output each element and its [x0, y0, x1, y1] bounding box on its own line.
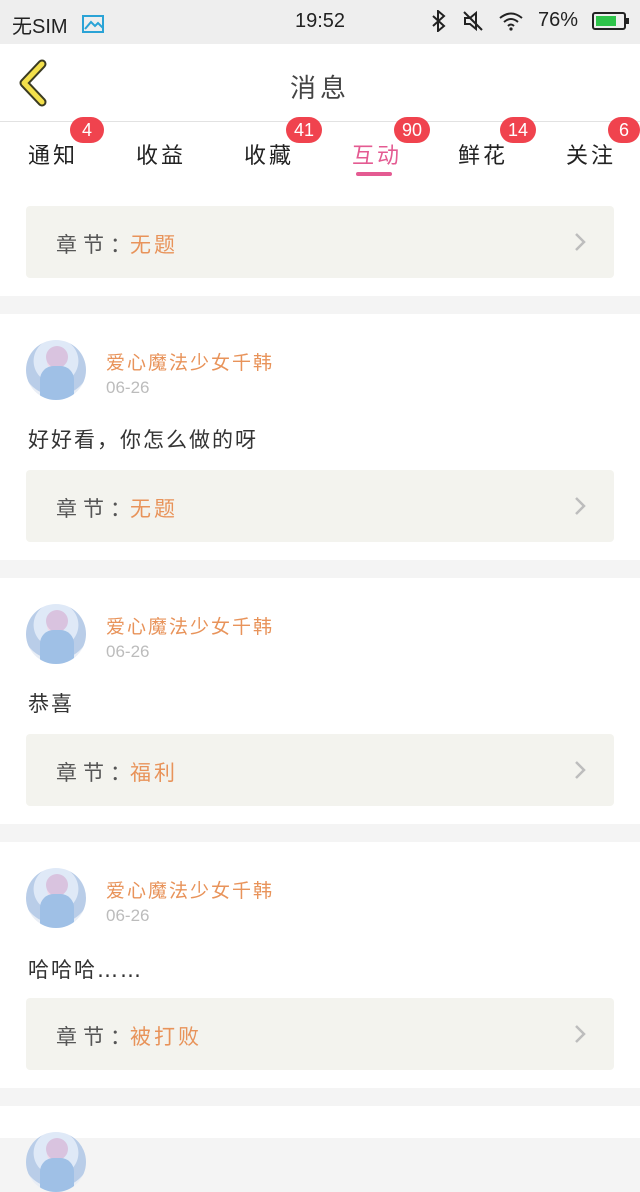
tab-notifications[interactable]: 通知 4: [22, 117, 122, 184]
tab-follows[interactable]: 关注 6: [562, 117, 640, 184]
message-date: 06-26: [106, 906, 150, 925]
status-bar: 无SIM 19:52 76%: [0, 0, 640, 44]
wifi-icon: [499, 12, 523, 31]
tab-label: 关注: [566, 144, 617, 169]
tab-badge: 41: [286, 117, 323, 143]
mute-icon: [463, 10, 483, 31]
chevron-right-icon: [575, 233, 586, 251]
chapter-link[interactable]: 章节： 福利: [26, 734, 614, 806]
avatar[interactable]: [26, 1132, 86, 1192]
tab-earnings[interactable]: 收益: [130, 122, 230, 184]
tab-interactions[interactable]: 互动 90: [346, 117, 446, 184]
chevron-right-icon: [575, 761, 586, 779]
avatar[interactable]: [26, 340, 86, 400]
username[interactable]: 爱心魔法少女千韩: [106, 348, 274, 375]
comment-text: 好好看，你怎么做的呀: [28, 428, 258, 452]
comment-text: 恭喜: [28, 692, 74, 716]
avatar[interactable]: [26, 868, 86, 928]
tab-badge: 4: [70, 117, 104, 143]
status-bar-right: 76%: [430, 9, 629, 32]
username[interactable]: 爱心魔法少女千韩: [106, 876, 274, 903]
message-date: 06-26: [106, 642, 150, 661]
chapter-prefix: 章节：: [56, 233, 137, 257]
chapter-name: 福利: [130, 761, 178, 785]
tab-label: 鲜花: [458, 144, 509, 169]
message-card: [0, 1106, 640, 1192]
chapter-prefix: 章节：: [56, 1025, 137, 1049]
message-card: 爱心魔法少女千韩 06-26 恭喜 章节： 福利: [0, 578, 640, 824]
tab-label: 通知: [28, 144, 79, 169]
battery-level: [596, 15, 616, 26]
tab-badge: 14: [500, 117, 537, 143]
chapter-link[interactable]: 章节： 无题: [26, 470, 614, 542]
chapter-link[interactable]: 章节： 无题: [26, 206, 614, 278]
tab-label: 收益: [136, 144, 187, 169]
battery-icon: [592, 11, 629, 30]
chapter-prefix: 章节：: [56, 497, 137, 521]
avatar[interactable]: [26, 604, 86, 664]
chevron-right-icon: [575, 497, 586, 515]
chapter-name: 被打败: [130, 1025, 202, 1049]
chapter-name: 无题: [130, 497, 178, 521]
comment-text: 哈哈哈……: [28, 958, 143, 982]
chapter-prefix: 章节：: [56, 761, 137, 785]
chevron-right-icon: [575, 1025, 586, 1043]
message-date: 06-26: [106, 378, 150, 397]
tab-bar: 通知 4 收益 收藏 41 互动 90 鲜花 14 关注 6: [0, 117, 640, 184]
tab-flowers[interactable]: 鲜花 14: [454, 117, 554, 184]
page-title: 消息: [289, 74, 350, 104]
battery-percent: 76%: [537, 9, 578, 31]
message-card: 爱心魔法少女千韩 06-26 好好看，你怎么做的呀 章节： 无题: [0, 314, 640, 560]
tab-badge: 90: [394, 117, 431, 143]
header: 消息: [0, 44, 640, 122]
chapter-name: 无题: [130, 233, 178, 257]
active-tab-indicator: [356, 172, 392, 176]
message-card: 爱心魔法少女千韩 06-26 哈哈哈…… 章节： 被打败: [0, 842, 640, 1088]
tab-badge: 6: [608, 117, 640, 143]
message-card: 章节： 无题: [0, 184, 640, 296]
tab-label: 收藏: [244, 144, 295, 169]
chapter-link[interactable]: 章节： 被打败: [26, 998, 614, 1070]
tab-favorites[interactable]: 收藏 41: [238, 117, 338, 184]
tab-label: 互动: [352, 144, 403, 169]
bluetooth-icon: [432, 9, 446, 32]
username[interactable]: 爱心魔法少女千韩: [106, 612, 274, 639]
